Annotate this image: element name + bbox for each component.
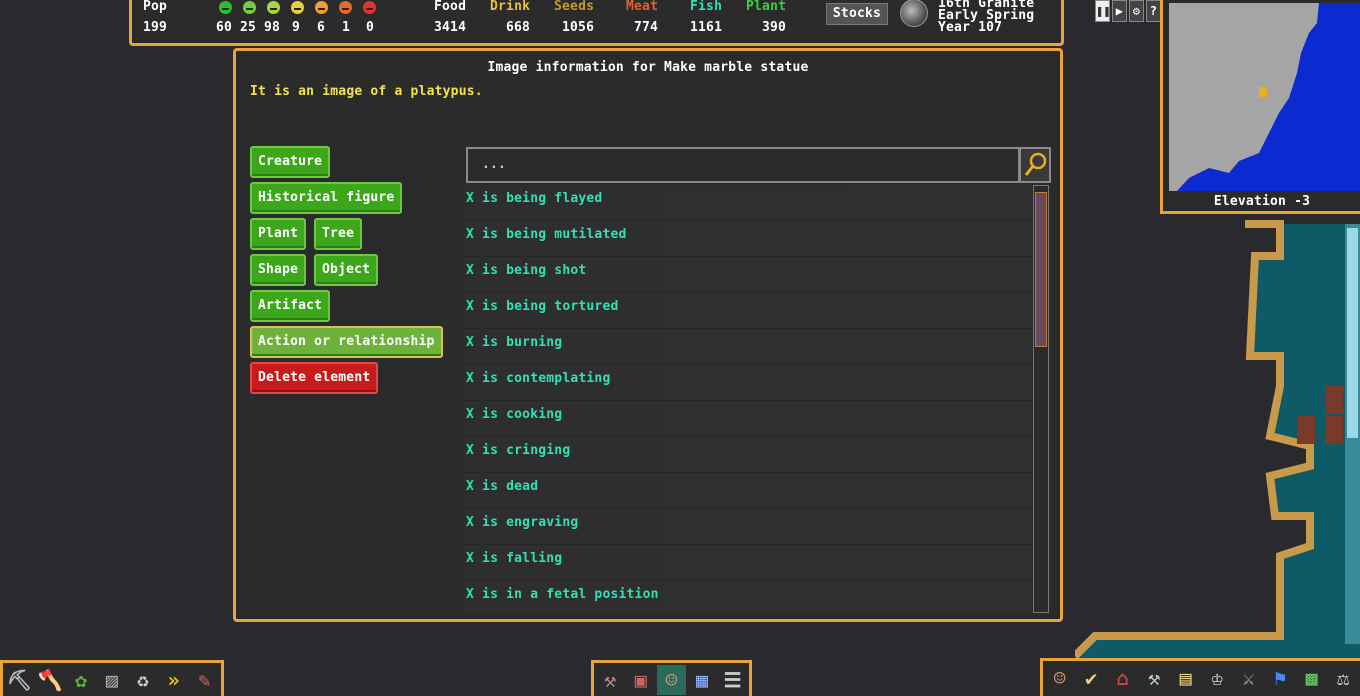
list-item[interactable]: X is burning [464, 329, 1032, 365]
mood-count-content: 98 [264, 20, 281, 35]
list-item[interactable]: X is contemplating [464, 365, 1032, 401]
action-list: X is being flayed X is being mutilated X… [464, 185, 1032, 613]
tree-chop-icon[interactable]: 🪓 [36, 665, 65, 695]
view-marker-icon [1259, 87, 1267, 97]
list-item[interactable]: X is engraving [464, 509, 1032, 545]
stocks-button[interactable]: Stocks [826, 3, 888, 25]
pickaxe-icon[interactable]: ⛏ [5, 665, 34, 695]
stock-label-plant: Plant [746, 0, 787, 14]
orders-icon[interactable]: ▤ [1171, 663, 1201, 693]
dump-icon[interactable]: ♻ [128, 665, 157, 695]
settings-icon[interactable]: ⚙ [1129, 0, 1144, 22]
smooth-icon[interactable]: ▨ [98, 665, 127, 695]
image-description: It is an image of a platypus. [250, 84, 483, 99]
places-icon[interactable]: ⌂ [1108, 663, 1138, 693]
scrollbar-thumb[interactable] [1035, 192, 1047, 347]
happy-face-icon [243, 1, 256, 14]
list-item[interactable]: X is cooking [464, 401, 1032, 437]
zones-icon[interactable]: ▦ [688, 665, 717, 695]
shape-button[interactable]: Shape [250, 254, 307, 286]
fast-forward-icon[interactable]: » [159, 665, 188, 695]
search-icon[interactable] [1019, 147, 1051, 183]
object-button[interactable]: Object [314, 254, 379, 286]
units-icon[interactable]: ☺ [1045, 663, 1075, 693]
list-item[interactable]: X is being shot [464, 257, 1032, 293]
stock-value-food[interactable]: 3414 [434, 20, 466, 35]
dig-toolbar: ⛏ 🪓 ✿ ▨ ♻ » ✎ [0, 660, 224, 696]
image-info-dialog: Image information for Make marble statue… [233, 48, 1063, 622]
pop-label: Pop [143, 0, 168, 14]
pop-value[interactable]: 199 [143, 20, 167, 35]
action-relationship-button[interactable]: Action or relationship [250, 326, 443, 358]
erase-icon[interactable]: ✎ [190, 665, 219, 695]
nobles-icon[interactable]: ♔ [1203, 663, 1233, 693]
mood-count-happy: 25 [240, 20, 257, 35]
list-scrollbar[interactable] [1033, 185, 1049, 613]
scales-icon[interactable]: ⚖ [1329, 663, 1359, 693]
info-toolbar: ☺ ✔ ⌂ ⚒ ▤ ♔ ⚔ ⚑ ▩ ⚖ [1040, 658, 1360, 696]
minimap-terrain [1169, 3, 1319, 191]
minimap-panel: Elevation -3 [1160, 0, 1360, 214]
historical-figure-button[interactable]: Historical figure [250, 182, 403, 214]
stock-label-meat: Meat [626, 0, 659, 14]
content-face-icon [267, 1, 280, 14]
game-controls: ❚❚ ▶ ⚙ ? [1095, 0, 1161, 22]
list-item[interactable]: X is being tortured [464, 293, 1032, 329]
list-item[interactable]: X is falling [464, 545, 1032, 581]
tree-button[interactable]: Tree [314, 218, 363, 250]
list-item[interactable]: X is being mutilated [464, 221, 1032, 257]
fine-face-icon [291, 1, 304, 14]
world-view[interactable] [1075, 216, 1360, 696]
stock-value-fish[interactable]: 1161 [690, 20, 722, 35]
stock-value-drink[interactable]: 668 [506, 20, 530, 35]
tasks-icon[interactable]: ✔ [1077, 663, 1107, 693]
stock-label-fish: Fish [690, 0, 723, 14]
labor-icon[interactable]: ⚒ [1140, 663, 1170, 693]
stockpile-icon[interactable]: ☰ [718, 665, 747, 695]
world-terrain [1075, 216, 1360, 696]
artifact-button[interactable]: Artifact [250, 290, 331, 322]
mood-count-miserable: 0 [366, 20, 375, 35]
objects-icon[interactable]: ⚔ [1234, 663, 1264, 693]
stock-value-seeds[interactable]: 1056 [562, 20, 594, 35]
pause-icon[interactable]: ❚❚ [1095, 0, 1111, 22]
delete-element-button[interactable]: Delete element [250, 362, 379, 394]
mood-count-ecstatic: 60 [216, 20, 233, 35]
help-icon[interactable]: ? [1146, 0, 1161, 22]
search-input[interactable]: ... [466, 147, 1020, 183]
minimap-view[interactable] [1169, 3, 1360, 191]
mood-count-fine: 9 [292, 20, 301, 35]
mood-count-stressed: 6 [317, 20, 326, 35]
list-item[interactable]: X is in a fetal position [464, 581, 1032, 613]
top-status-bar: Pop 199 60 25 98 9 6 1 0 Food 3414 Drink… [129, 0, 1064, 46]
moon-phase-icon [900, 0, 928, 27]
furniture-icon[interactable]: ▣ [627, 665, 656, 695]
stock-value-plant[interactable]: 390 [762, 20, 786, 35]
list-item[interactable]: X is cringing [464, 437, 1032, 473]
stock-label-drink: Drink [490, 0, 531, 14]
plant-button[interactable]: Plant [250, 218, 307, 250]
creature-button[interactable]: Creature [250, 146, 331, 178]
elevation-label: Elevation -3 [1213, 194, 1311, 209]
stressed-face-icon [315, 1, 328, 14]
play-icon[interactable]: ▶ [1112, 0, 1127, 22]
date-year: Year 107 [938, 20, 1003, 35]
build-icon[interactable]: ⚒ [596, 665, 625, 695]
build-toolbar: ⚒ ▣ ☺ ▦ ☰ [591, 660, 752, 696]
mood-count-haggard: 1 [342, 20, 351, 35]
haggard-face-icon [339, 1, 352, 14]
ecstatic-face-icon [219, 1, 232, 14]
stock-label-seeds: Seeds [554, 0, 595, 14]
miserable-face-icon [363, 1, 376, 14]
dialog-title: Image information for Make marble statue [487, 60, 809, 75]
gather-plants-icon[interactable]: ✿ [67, 665, 96, 695]
justice-icon[interactable]: ⚑ [1266, 663, 1296, 693]
world-icon[interactable]: ▩ [1297, 663, 1327, 693]
list-item[interactable]: X is being flayed [464, 185, 1032, 221]
stock-label-food: Food [434, 0, 467, 14]
stock-value-meat[interactable]: 774 [634, 20, 658, 35]
list-item[interactable]: X is dead [464, 473, 1032, 509]
citizen-icon[interactable]: ☺ [657, 665, 686, 695]
